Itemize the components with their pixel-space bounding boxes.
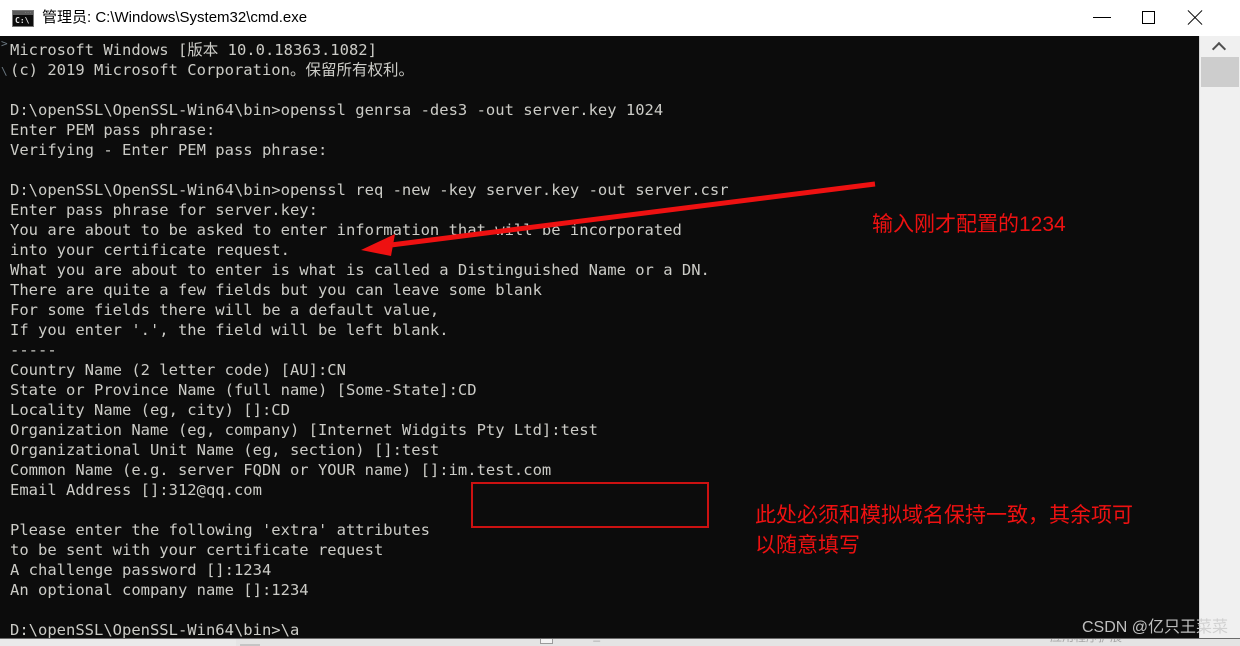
console-edge-mark-2: \ xyxy=(1,65,8,78)
cmd-icon-dots: ··· xyxy=(25,10,32,15)
titlebar[interactable]: ··· C:\ 管理员: C:\Windows\System32\cmd.exe xyxy=(0,0,1240,37)
console-scrollbar[interactable] xyxy=(1199,36,1240,638)
domain-annotation-line-1: 此处必须和模拟域名保持一致，其余项可 xyxy=(755,504,1133,527)
scrollbar-up-button[interactable] xyxy=(1200,36,1240,57)
domain-annotation: 此处必须和模拟域名保持一致，其余项可 以随意填写 xyxy=(755,501,1133,561)
maximize-icon xyxy=(1142,11,1155,24)
minimize-icon xyxy=(1093,17,1111,18)
maximize-button[interactable] xyxy=(1126,0,1172,35)
chevron-up-icon xyxy=(1211,41,1227,57)
passphrase-annotation: 输入刚才配置的1234 xyxy=(872,213,1066,236)
console-text: Microsoft Windows [版本 10.0.18363.1082] (… xyxy=(10,41,729,638)
csdn-watermark: CSDN @亿只王菜菜 xyxy=(1081,619,1228,636)
console-output-area[interactable]: Microsoft Windows [版本 10.0.18363.1082] (… xyxy=(0,36,1199,638)
cmd-icon-prompt-text: C:\ xyxy=(15,16,30,25)
screenshot-root: loader_att.dll 2024/1/1 11:9:56 应用程序扩展 ·… xyxy=(0,0,1240,646)
cmd-window: ··· C:\ 管理员: C:\Windows\System32\cmd.exe… xyxy=(0,0,1240,638)
minimize-button[interactable] xyxy=(1080,0,1126,35)
close-button[interactable] xyxy=(1172,0,1218,35)
domain-annotation-line-2: 以随意填写 xyxy=(755,534,860,557)
scrollbar-thumb[interactable] xyxy=(1201,57,1239,87)
console-edge-mark-1: > xyxy=(1,37,8,50)
cmd-console-icon: ··· C:\ xyxy=(12,10,34,27)
common-name-highlight-box xyxy=(471,482,709,528)
window-title: 管理员: C:\Windows\System32\cmd.exe xyxy=(42,9,308,26)
